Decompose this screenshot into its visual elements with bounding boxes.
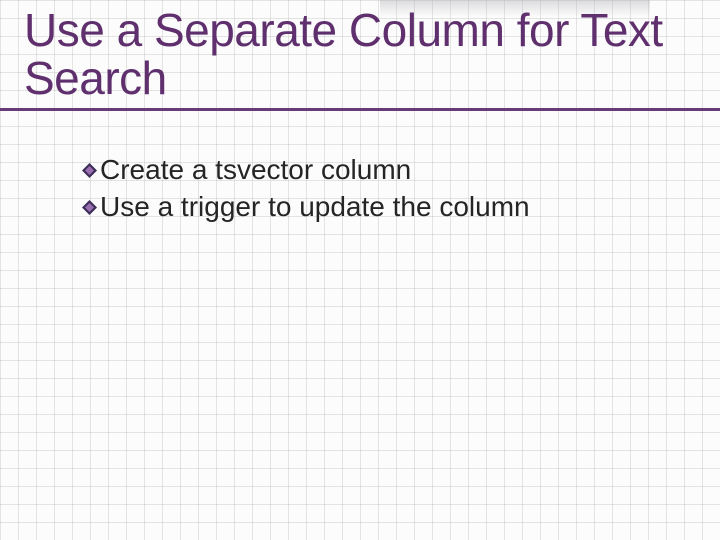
bullet-text: Use a trigger to update the column [100,190,530,224]
bullet-list: Create a tsvector column Use a trigger t… [0,111,720,224]
diamond-bullet-icon [82,200,97,215]
list-item: Create a tsvector column [82,153,696,187]
title-container: Use a Separate Column for Text Search [0,0,720,111]
slide-content: Use a Separate Column for Text Search Cr… [0,0,720,224]
slide-title: Use a Separate Column for Text Search [24,6,696,103]
title-underline [0,108,720,111]
diamond-bullet-icon [82,163,97,178]
bullet-text: Create a tsvector column [100,153,411,187]
list-item: Use a trigger to update the column [82,190,696,224]
